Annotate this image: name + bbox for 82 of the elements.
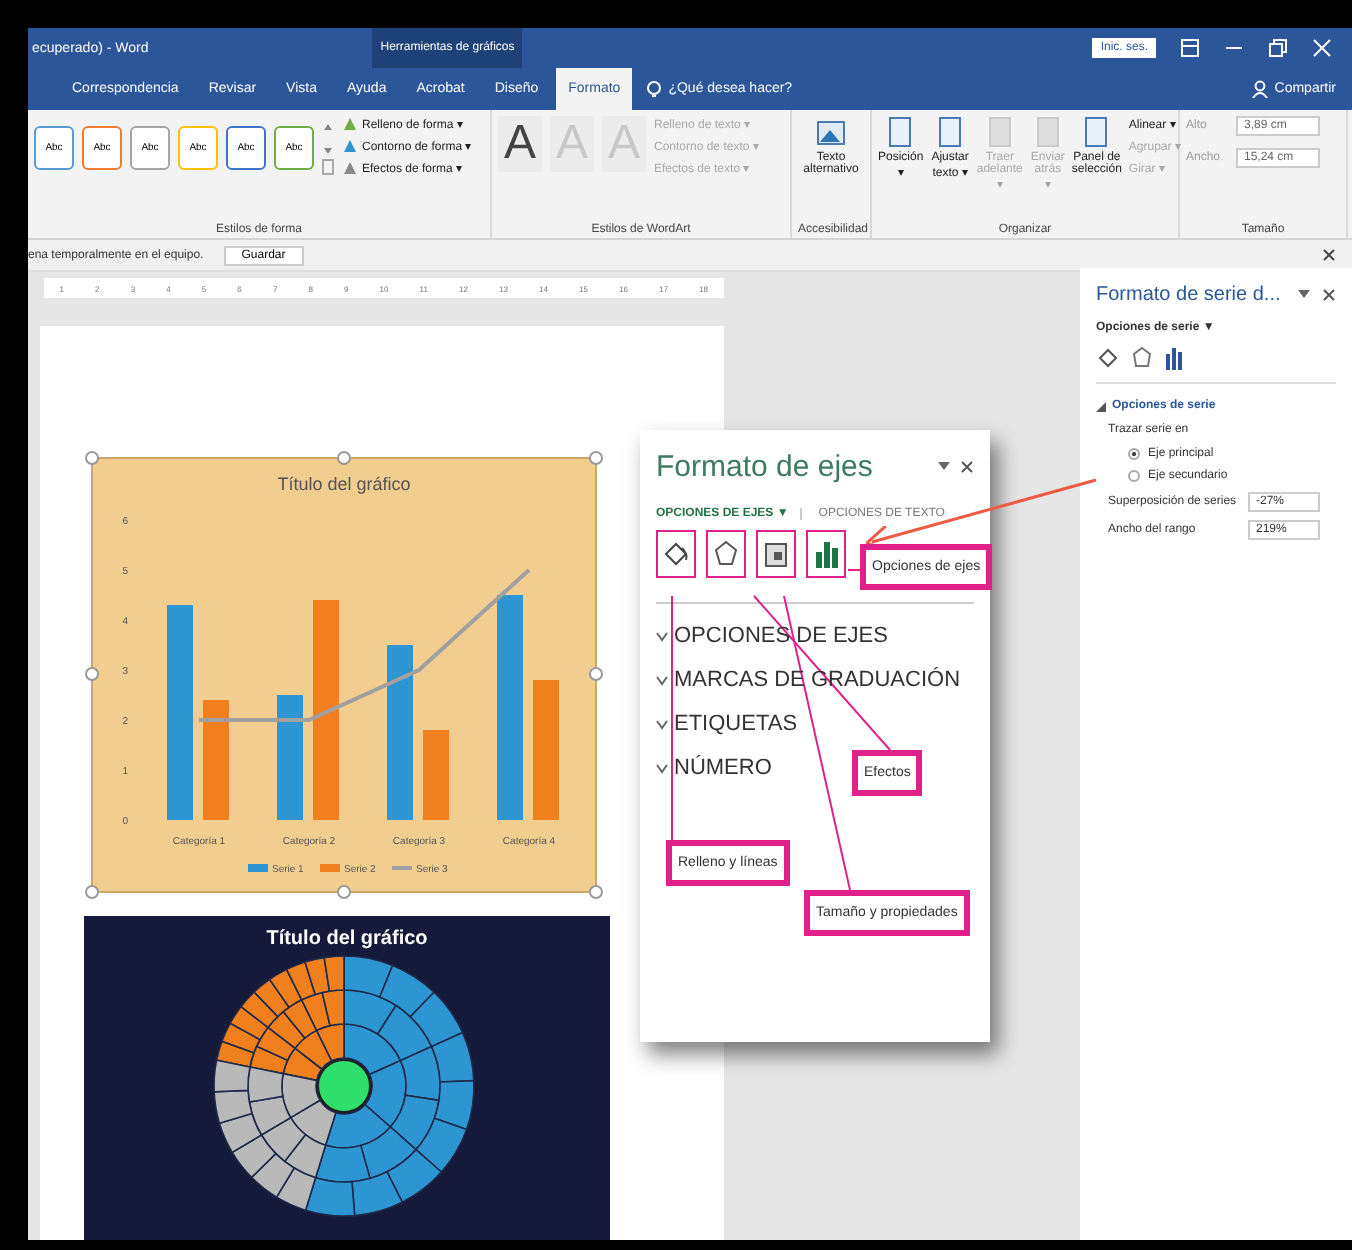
page-icon	[936, 116, 965, 148]
radio-button[interactable]	[1128, 470, 1140, 482]
bar-chart-icon[interactable]	[1164, 346, 1184, 370]
page-icon	[985, 116, 1014, 148]
section-header[interactable]: ETIQUETAS	[674, 712, 798, 736]
sunburst-segment[interactable]	[409, 991, 464, 1048]
sunburst-segment[interactable]	[213, 1089, 253, 1124]
sunburst-segment[interactable]	[415, 1117, 468, 1173]
resize-handle[interactable]	[337, 451, 351, 465]
resize-handle[interactable]	[589, 667, 603, 681]
resize-handle[interactable]	[85, 667, 99, 681]
legend-line	[392, 866, 412, 870]
sunburst-segment[interactable]	[253, 978, 290, 1018]
sunburst-segment[interactable]	[285, 961, 316, 1001]
page-icon	[1033, 116, 1062, 148]
sunburst-segment[interactable]	[240, 991, 279, 1029]
section-header[interactable]: OPCIONES DE EJES	[674, 624, 888, 648]
resize-handle[interactable]	[589, 885, 603, 899]
chevron-icon[interactable]	[656, 763, 668, 773]
sunburst-center[interactable]	[317, 1059, 371, 1113]
sunburst-segment[interactable]	[364, 1059, 407, 1128]
wordart-style[interactable]: A	[498, 116, 542, 172]
radio-button[interactable]	[1128, 448, 1140, 460]
sunburst-segment[interactable]	[218, 1112, 263, 1154]
resize-handle[interactable]	[85, 885, 99, 899]
sunburst-segment[interactable]	[304, 1177, 356, 1217]
sunburst-segment[interactable]	[386, 1148, 443, 1203]
sunburst-segment[interactable]	[275, 1167, 317, 1211]
sunburst-segment[interactable]	[221, 1022, 261, 1054]
sunburst-segment[interactable]	[379, 964, 435, 1018]
sunburst-segment[interactable]	[304, 956, 331, 996]
collapse-triangle-icon[interactable]	[1096, 401, 1106, 411]
sunburst-segment[interactable]	[260, 1116, 307, 1163]
panel-title: Formato de ejes	[656, 450, 875, 484]
bar-chart-icon[interactable]	[806, 530, 846, 578]
sunburst-segment[interactable]	[343, 955, 394, 998]
close-icon[interactable]	[960, 460, 974, 474]
sunburst-segment[interactable]	[250, 1152, 295, 1198]
page-icon	[886, 116, 915, 148]
size-grid-icon[interactable]	[756, 530, 796, 578]
sunburst-segment[interactable]	[248, 1095, 292, 1136]
pane-title: Formato de serie d...	[1096, 284, 1283, 306]
lightbulb-icon	[646, 79, 663, 99]
sunburst-segment[interactable]	[430, 1031, 475, 1083]
sunburst-segment[interactable]	[314, 1144, 371, 1183]
caret-icon[interactable]	[1298, 290, 1310, 300]
leader-line	[847, 569, 861, 571]
resize-handle[interactable]	[337, 885, 351, 899]
sunburst-segment[interactable]	[229, 1005, 269, 1041]
sunburst-segment[interactable]	[351, 1171, 403, 1217]
chevron-icon[interactable]	[656, 675, 668, 685]
sunburst-segment[interactable]	[360, 1126, 417, 1180]
ribbon-display-icon[interactable]	[1180, 38, 1200, 58]
sunburst-segment[interactable]	[213, 1059, 251, 1093]
picture-icon	[815, 116, 847, 148]
close-icon[interactable]	[1322, 248, 1336, 262]
caret-icon[interactable]	[938, 462, 950, 472]
sunburst-segment[interactable]	[324, 1103, 392, 1149]
close-icon[interactable]	[1322, 288, 1336, 302]
sunburst-segment[interactable]	[376, 1004, 433, 1062]
sunburst-segment[interactable]	[281, 1072, 321, 1119]
legend-swatch	[320, 864, 340, 872]
resize-handle[interactable]	[85, 451, 99, 465]
sunburst-segment[interactable]	[433, 1079, 475, 1131]
sunburst-segment[interactable]	[389, 1094, 440, 1151]
sunburst-segment[interactable]	[289, 1099, 337, 1146]
page-icon	[1082, 116, 1111, 148]
person-icon	[1252, 80, 1269, 98]
legend-swatch	[248, 864, 268, 872]
pentagon-icon[interactable]	[1132, 346, 1152, 370]
sunburst-segment[interactable]	[399, 1045, 441, 1102]
chevron-icon[interactable]	[656, 719, 668, 729]
resize-handle[interactable]	[589, 451, 603, 465]
chevron-icon[interactable]	[656, 631, 668, 641]
sunburst-segment[interactable]	[268, 968, 303, 1008]
chart-title: Título del gráfico	[264, 926, 430, 950]
chart-title: Título del gráfico	[277, 474, 411, 494]
restore-icon[interactable]	[1268, 38, 1288, 58]
sunburst-segment[interactable]	[247, 1066, 284, 1103]
sunburst-segment[interactable]	[315, 1023, 345, 1062]
sunburst-segment[interactable]	[231, 1134, 277, 1179]
section-header[interactable]: NÚMERO	[674, 756, 772, 780]
